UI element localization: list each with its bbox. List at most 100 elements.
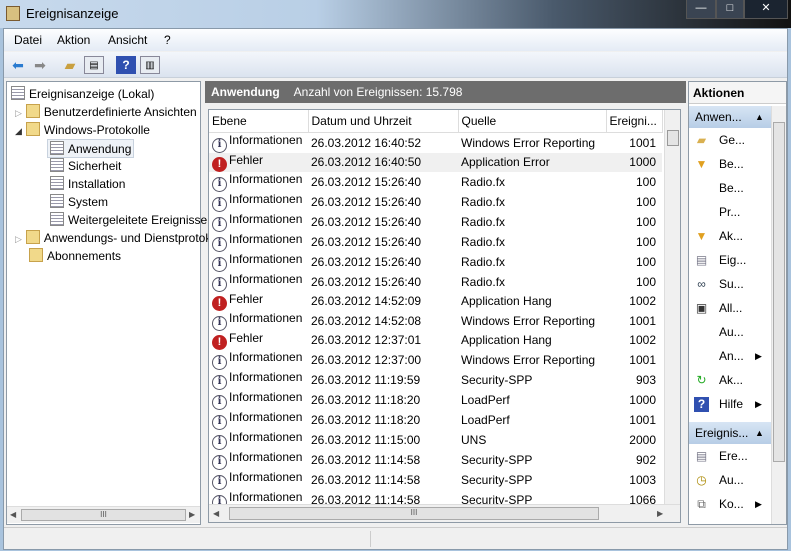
tree-log-anwendung[interactable]: Anwendung bbox=[47, 139, 135, 158]
help-icon: ? bbox=[694, 397, 709, 412]
table-row[interactable]: i Informationen 26.03.2012 11:15:00 UNS 2000 bbox=[209, 430, 662, 450]
tree-log-installation[interactable]: Installation bbox=[50, 176, 125, 191]
tree-app-service-logs[interactable]: ▷ Anwendungs- und Dienstprotokolle bbox=[15, 230, 230, 245]
action-item[interactable]: Pr... bbox=[689, 202, 771, 226]
table-row[interactable]: i Informationen 26.03.2012 15:26:40 Radio.f… bbox=[209, 212, 662, 232]
action-item[interactable]: ◷ Au... bbox=[689, 470, 771, 494]
app-icon bbox=[6, 6, 20, 21]
tree-hscrollbar[interactable]: ◀ III ▶ bbox=[7, 506, 200, 523]
action-item[interactable]: ∞ Su... bbox=[689, 274, 771, 298]
level-cell: iInformationen bbox=[209, 252, 308, 272]
collapse-icon[interactable]: ▲ bbox=[755, 106, 764, 128]
table-row[interactable]: i Informationen 26.03.2012 15:26:40 Radio.f… bbox=[209, 192, 662, 212]
table-row[interactable]: ! Fehler 26.03.2012 14:52:09 Application Ha… bbox=[209, 292, 662, 311]
table-hscrollbar[interactable]: ◀ III ▶ bbox=[209, 504, 680, 522]
action-item[interactable]: An... ▶ bbox=[689, 346, 771, 370]
properties-icon: ▤ bbox=[695, 253, 708, 267]
table-row[interactable]: iInformationen26.03.2012 11:14:58Securit… bbox=[209, 470, 662, 490]
event-id-cell: 100 bbox=[635, 234, 656, 249]
action-item[interactable]: ▤ Eig... bbox=[689, 250, 771, 274]
tree-log-forwarded[interactable]: Weitergeleitete Ereignisse bbox=[50, 212, 207, 227]
tree-log-system[interactable]: System bbox=[50, 194, 108, 209]
event-icon: ▤ bbox=[695, 449, 708, 463]
column-datum[interactable]: Datum und Uhrzeit bbox=[308, 110, 459, 133]
menu-ansicht[interactable]: Ansicht bbox=[108, 33, 147, 47]
date-cell: 26.03.2012 14:52:09 bbox=[311, 294, 422, 308]
hscroll-thumb[interactable]: III bbox=[229, 507, 599, 520]
menu-help[interactable]: ? bbox=[164, 33, 171, 47]
expand-icon[interactable]: ▷ bbox=[15, 234, 22, 244]
tree-log-sicherheit[interactable]: Sicherheit bbox=[50, 158, 121, 173]
table-row[interactable]: i Informationen 26.03.2012 12:37:00 Windows… bbox=[209, 350, 662, 370]
action-item[interactable]: ⧉ Ko... ▶ bbox=[689, 494, 771, 518]
table-row[interactable]: i Informationen 26.03.2012 11:18:20 LoadPer… bbox=[209, 390, 662, 410]
maximize-button[interactable]: □ bbox=[716, 0, 744, 19]
tree-windows-logs[interactable]: ◢ Windows-Protokolle bbox=[15, 122, 150, 137]
table-row[interactable]: ! Fehler 26.03.2012 16:40:50 Application Er… bbox=[209, 152, 662, 172]
table-row[interactable]: iInformationen26.03.2012 11:14:58Securit… bbox=[209, 450, 662, 470]
table-row[interactable]: i Informationen 26.03.2012 15:26:40 Radio.f… bbox=[209, 272, 662, 292]
scroll-thumb[interactable] bbox=[667, 130, 679, 146]
action-label: Be... bbox=[719, 157, 744, 171]
table-row[interactable]: i Informationen 26.03.2012 14:52:08 Windows… bbox=[209, 311, 662, 331]
menu-aktion[interactable]: Aktion bbox=[57, 33, 90, 47]
table-row[interactable]: ! Fehler 26.03.2012 12:37:01 Application Ha… bbox=[209, 331, 662, 350]
action-item[interactable]: ▼ Ak... bbox=[689, 226, 771, 250]
status-bar bbox=[4, 527, 787, 549]
level-text: Informationen bbox=[229, 211, 303, 226]
date-cell: 26.03.2012 15:26:40 bbox=[311, 254, 422, 269]
title-bar: Ereignisanzeige — □ ✕ bbox=[0, 0, 791, 28]
close-button[interactable]: ✕ bbox=[744, 0, 788, 19]
level-text: Informationen bbox=[229, 469, 303, 484]
table-row[interactable]: i Informationen 26.03.2012 16:40:52 Windows… bbox=[209, 132, 662, 153]
tree-subscriptions[interactable]: Abonnements bbox=[29, 248, 121, 263]
scroll-thumb[interactable] bbox=[773, 122, 785, 462]
expand-icon[interactable]: ▷ bbox=[15, 108, 22, 118]
menu-datei[interactable]: Datei bbox=[14, 33, 42, 47]
back-icon[interactable]: ⬅ bbox=[8, 56, 28, 74]
level-text: Informationen bbox=[229, 271, 303, 286]
table-vscrollbar[interactable] bbox=[664, 110, 680, 504]
show-tree-icon[interactable]: ▤ bbox=[84, 56, 104, 74]
forward-icon[interactable]: ➡ bbox=[30, 56, 50, 74]
table-row[interactable]: i Informationen 26.03.2012 11:19:59 Securit… bbox=[209, 370, 662, 390]
action-item[interactable]: Au... bbox=[689, 322, 771, 346]
action-item[interactable]: ▰ Ge... bbox=[689, 130, 771, 154]
action-item[interactable]: ▣ All... bbox=[689, 298, 771, 322]
minimize-button[interactable]: — bbox=[686, 0, 716, 19]
tree-label: Weitergeleitete Ereignisse bbox=[68, 213, 208, 227]
error-icon: ! bbox=[212, 334, 227, 350]
tree-custom-views[interactable]: ▷ Benutzerdefinierte Ansichten bbox=[15, 104, 197, 119]
event-id-cell: 100 bbox=[635, 214, 656, 229]
column-ebene[interactable]: Ebene bbox=[209, 110, 309, 133]
table-row[interactable]: i Informationen 26.03.2012 11:18:20 LoadPer… bbox=[209, 410, 662, 430]
tree-label: Installation bbox=[68, 177, 126, 191]
table-row[interactable]: i Informationen 26.03.2012 15:26:40 Radio.f… bbox=[209, 232, 662, 252]
action-item[interactable]: Be... bbox=[689, 178, 771, 202]
collapse-icon[interactable]: ◢ bbox=[15, 126, 22, 136]
tree-root[interactable]: Ereignisanzeige (Lokal) bbox=[11, 86, 154, 101]
action-item[interactable]: ▼ Be... bbox=[689, 154, 771, 178]
table-row[interactable]: i Informationen 26.03.2012 15:26:40 Radio.f… bbox=[209, 172, 662, 192]
action-item[interactable]: ? Hilfe ▶ bbox=[689, 394, 771, 418]
action-item[interactable]: ▤ Ere... bbox=[689, 446, 771, 470]
event-id-cell: 1002 bbox=[629, 333, 656, 347]
actions-section-ereignis[interactable]: Ereignis... ▲ bbox=[689, 422, 771, 444]
actions-vscrollbar[interactable] bbox=[771, 106, 786, 524]
navigation-tree: Ereignisanzeige (Lokal) ▷ Benutzerdefinie… bbox=[6, 81, 230, 525]
action-label: Ere... bbox=[719, 449, 748, 463]
log-title: Anwendung bbox=[211, 85, 280, 99]
event-id-cell: 1002 bbox=[629, 294, 656, 308]
up-folder-icon[interactable]: ▰ bbox=[60, 56, 80, 74]
help-icon[interactable]: ? bbox=[116, 56, 136, 74]
table-row[interactable]: i Informationen 26.03.2012 15:26:40 Radio.f… bbox=[209, 252, 662, 272]
action-item[interactable]: ↻ Ak... bbox=[689, 370, 771, 394]
folder-icon bbox=[25, 230, 40, 244]
collapse-icon[interactable]: ▲ bbox=[755, 422, 764, 444]
actions-section-anwendung[interactable]: Anwen... ▲ bbox=[689, 106, 771, 128]
column-quelle[interactable]: Quelle bbox=[458, 110, 607, 133]
date-cell: 26.03.2012 11:14:58 bbox=[311, 472, 421, 487]
column-ereignis-id[interactable]: Ereigni... bbox=[606, 110, 663, 133]
status-divider bbox=[370, 531, 371, 547]
show-actions-icon[interactable]: ▥ bbox=[140, 56, 160, 74]
